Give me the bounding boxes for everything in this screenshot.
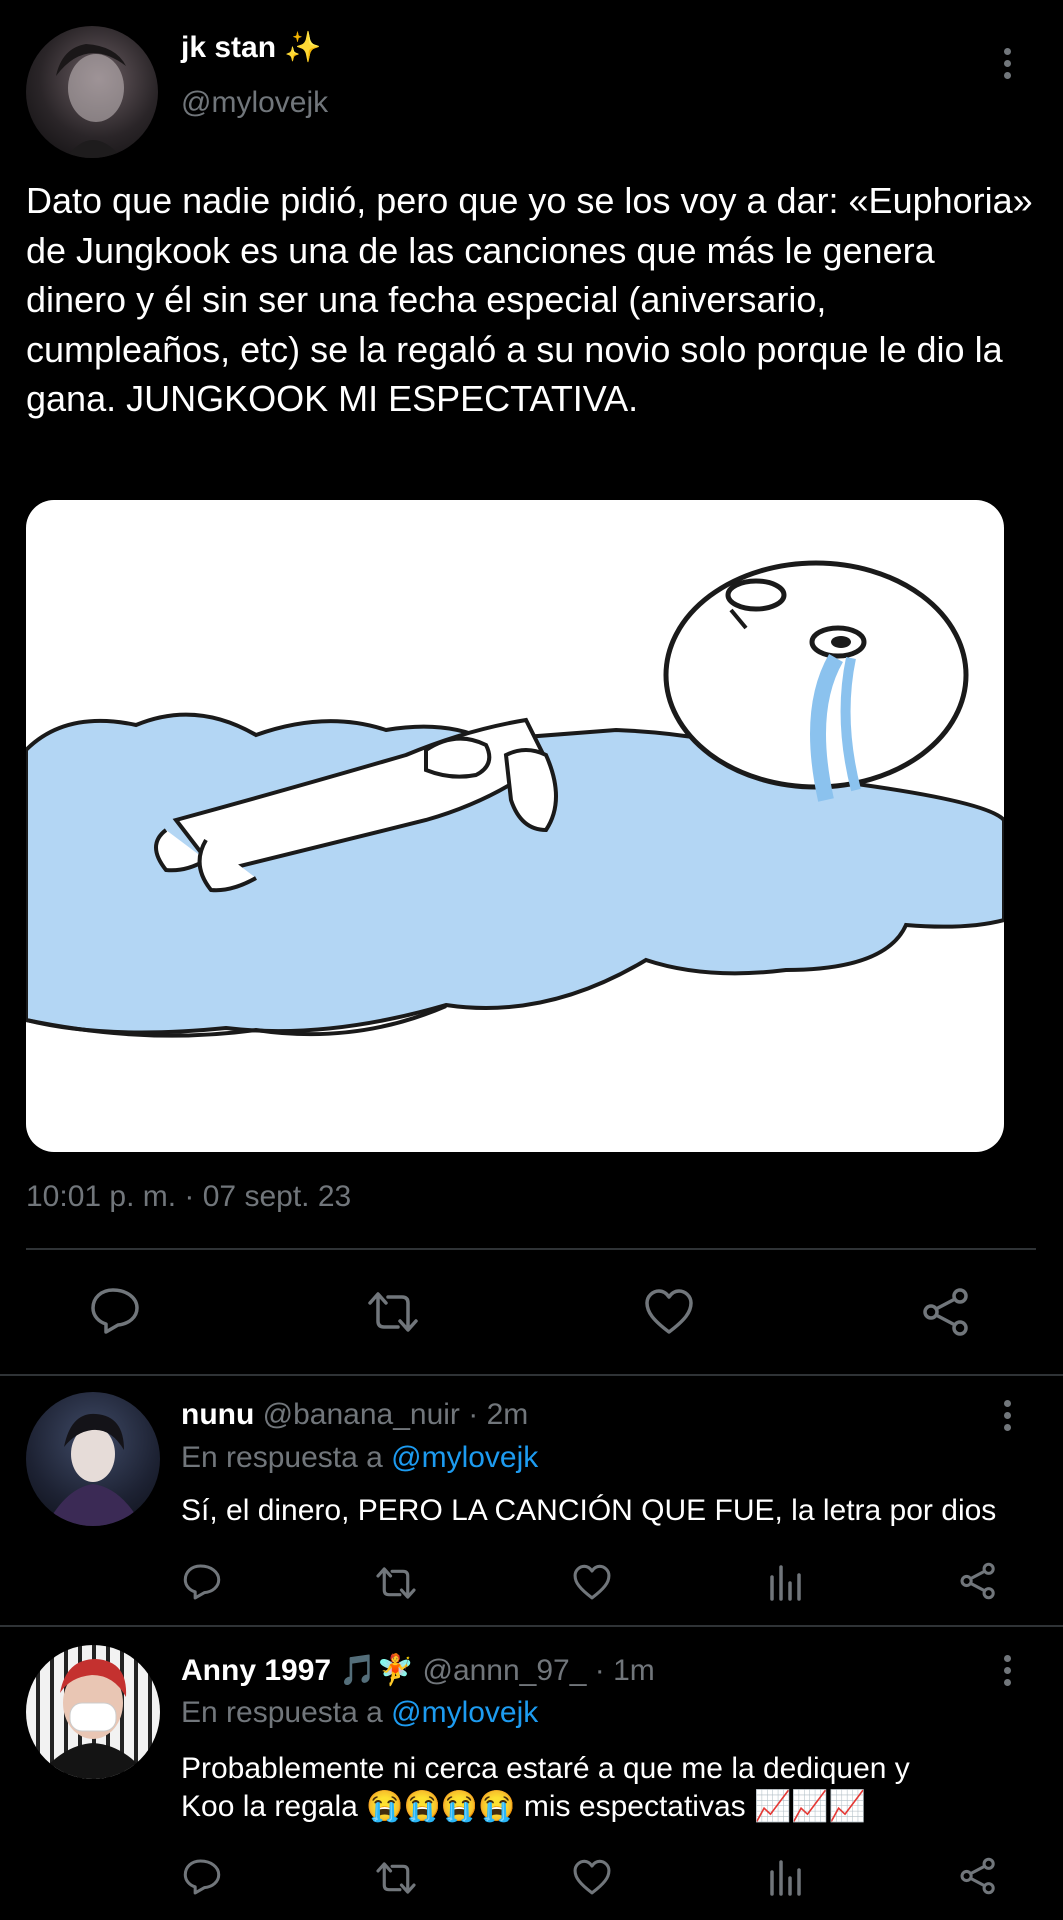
reply-text-line: Koo la regala 😭😭😭😭 mis espectativas 📈📈📈 — [181, 1788, 1041, 1826]
reply-text: Sí, el dinero, PERO LA CANCIÓN QUE FUE, … — [181, 1494, 997, 1527]
reply-icon[interactable] — [182, 1858, 222, 1896]
more-options-icon[interactable] — [1002, 1400, 1012, 1431]
share-icon[interactable] — [920, 1287, 972, 1337]
divider — [0, 1374, 1063, 1376]
analytics-icon[interactable] — [768, 1563, 802, 1601]
reply-text: Probablemente ni cerca estaré a que me l… — [181, 1750, 1041, 1826]
reply-author-name[interactable]: nunu — [181, 1398, 254, 1431]
reply-avatar[interactable] — [26, 1645, 160, 1779]
tweet-image[interactable] — [26, 500, 1004, 1152]
reply-text-line: Probablemente ni cerca estaré a que me l… — [181, 1752, 910, 1785]
author-handle[interactable]: @mylovejk — [181, 86, 328, 120]
reply-text-segment: Koo la regala — [181, 1790, 358, 1823]
reply-text-segment: mis espectativas — [523, 1790, 746, 1823]
reply-author-handle[interactable]: @banana_nuir — [263, 1398, 460, 1431]
reply-prefix: En respuesta a — [181, 1696, 383, 1729]
author-name[interactable]: jk stan — [181, 31, 276, 64]
crying-emoji: 😭😭😭😭 — [366, 1790, 516, 1823]
sparkles-emoji: ✨ — [284, 31, 322, 64]
reply-icon[interactable] — [89, 1286, 141, 1336]
tweet-text: Dato que nadie pidió, pero que yo se los… — [26, 180, 1033, 419]
reply-prefix: En respuesta a — [181, 1441, 383, 1474]
like-icon[interactable] — [572, 1564, 612, 1601]
reply-avatar[interactable] — [26, 1392, 160, 1526]
retweet-icon[interactable] — [364, 1289, 422, 1335]
reply-time: · 2m — [468, 1398, 529, 1431]
reply-author-name[interactable]: Anny 1997 — [181, 1654, 331, 1687]
divider — [0, 1625, 1063, 1627]
divider — [26, 1248, 1036, 1250]
tweet-timestamp: 10:01 p. m. · 07 sept. 23 — [26, 1180, 352, 1213]
reply-header: Anny 1997 🎵🧚 @annn_97_ · 1m — [181, 1653, 655, 1688]
more-options-icon[interactable] — [1002, 1655, 1012, 1686]
reply-author-handle[interactable]: @annn_97_ — [422, 1654, 586, 1687]
author-name-row[interactable]: jk stan ✨ — [181, 30, 322, 65]
reply-icon[interactable] — [182, 1563, 222, 1601]
analytics-icon[interactable] — [768, 1858, 802, 1896]
retweet-icon[interactable] — [373, 1860, 419, 1896]
like-icon[interactable] — [572, 1859, 612, 1896]
reply-time: · 1m — [594, 1654, 655, 1687]
like-icon[interactable] — [643, 1288, 695, 1336]
reply-header: nunu @banana_nuir · 2m — [181, 1398, 528, 1432]
music-fairy-emoji: 🎵🧚 — [339, 1654, 415, 1687]
share-icon[interactable] — [958, 1562, 998, 1600]
author-avatar[interactable] — [26, 26, 158, 158]
reply-context: En respuesta a @mylovejk — [181, 1696, 538, 1730]
crying-figure-in-puddle-image — [26, 560, 1004, 1038]
retweet-icon[interactable] — [373, 1565, 419, 1601]
share-icon[interactable] — [958, 1857, 998, 1895]
reply-context: En respuesta a @mylovejk — [181, 1441, 538, 1475]
reply-to-link[interactable]: @mylovejk — [391, 1696, 538, 1729]
more-options-icon[interactable] — [1002, 48, 1012, 79]
chart-emoji: 📈📈📈 — [754, 1790, 867, 1823]
reply-to-link[interactable]: @mylovejk — [391, 1441, 538, 1474]
